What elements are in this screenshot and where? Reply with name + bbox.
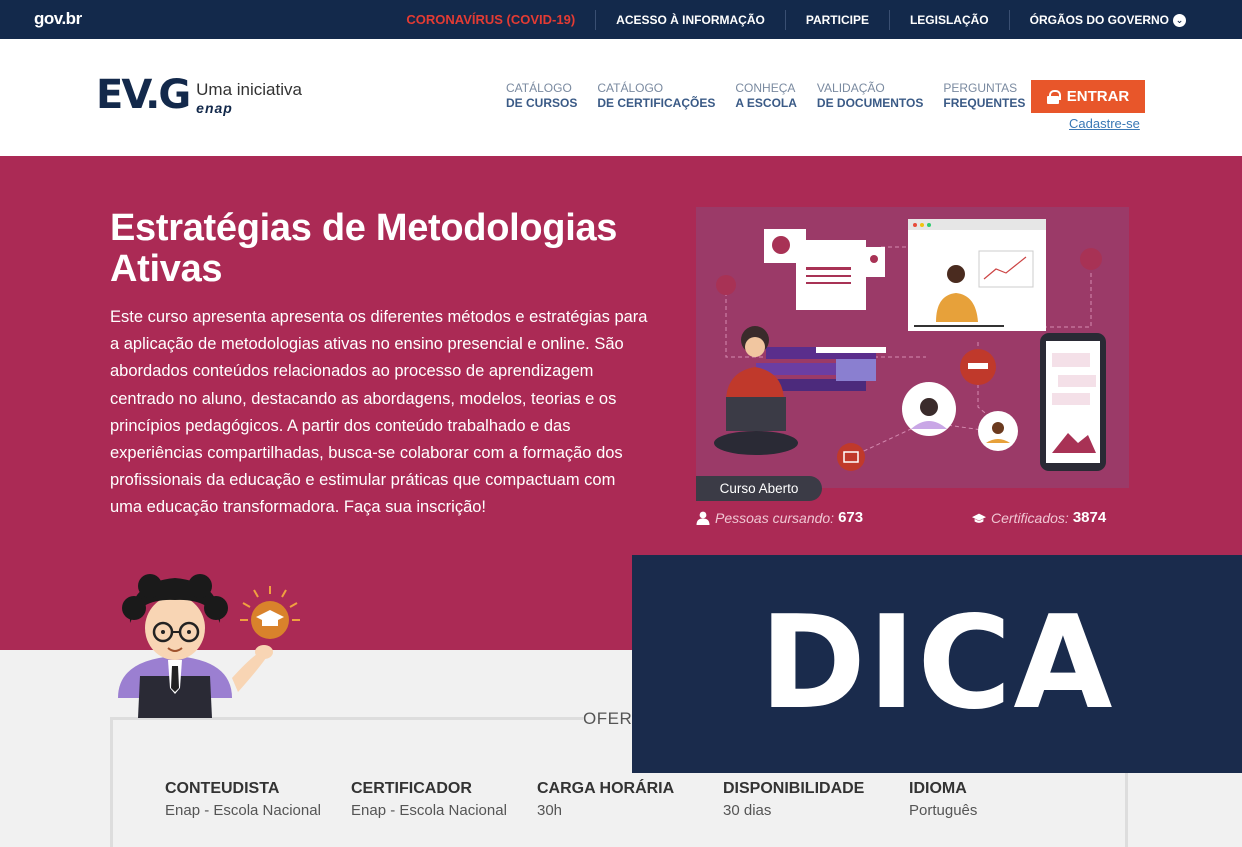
- nav-validacao-documentos[interactable]: VALIDAÇÃO DE DOCUMENTOS: [817, 81, 923, 111]
- course-description: Este curso apresenta apresenta os difere…: [110, 308, 648, 517]
- person-icon: [696, 511, 710, 525]
- link-participe[interactable]: PARTICIPE: [784, 9, 889, 30]
- nav-label-bottom: DE CURSOS: [506, 96, 578, 110]
- graduation-cap-icon: [972, 513, 986, 523]
- nav-label-top: PERGUNTAS: [943, 81, 1018, 95]
- link-acesso-informacao[interactable]: ACESSO À INFORMAÇÃO: [595, 9, 785, 30]
- info-conteudista: CONTEUDISTA Enap - Escola Nacional: [165, 780, 321, 819]
- info-value: Enap - Escola Nacional: [351, 802, 507, 819]
- certificates-count: 3874: [1072, 509, 1107, 526]
- info-idioma: IDIOMA Português: [909, 780, 977, 819]
- evg-logo[interactable]: EV.G Uma iniciativa enap: [96, 72, 302, 118]
- info-heading: CONTEUDISTA: [165, 780, 280, 797]
- info-heading: IDIOMA: [909, 780, 967, 797]
- link-orgaos-governo[interactable]: ÓRGÃOS DO GOVERNO ⌄: [1008, 9, 1206, 30]
- info-value: 30h: [537, 802, 563, 819]
- chevron-down-icon[interactable]: ⌄: [1173, 13, 1186, 27]
- nav-label-bottom: DE DOCUMENTOS: [816, 96, 924, 110]
- brand-tagline: Uma iniciativa enap: [196, 81, 302, 117]
- nav-label-bottom: A ESCOLA: [735, 96, 797, 110]
- mascot-illustration: [100, 568, 310, 718]
- main-nav: CATÁLOGO DE CURSOS CATÁLOGO DE CERTIFICAÇÕ…: [506, 81, 1045, 111]
- people-enrolled: Pessoas cursando: 673: [696, 509, 863, 526]
- orgaos-label: ÓRGÃOS DO GOVERNO: [1029, 12, 1169, 27]
- lock-icon: [1046, 89, 1061, 104]
- site-header: EV.G Uma iniciativa enap CATÁLOGO DE CURS…: [0, 39, 1242, 156]
- link-legislacao[interactable]: LEGISLAÇÃO: [888, 9, 1009, 30]
- gov-links: CORONAVÍRUS (COVID-19) ACESSO À INFORMAÇ…: [386, 0, 1206, 39]
- enap-wordmark: enap: [196, 100, 233, 116]
- cadastre-link[interactable]: Cadastre-se: [1069, 116, 1140, 131]
- people-count: 673: [838, 509, 864, 526]
- info-value: Português: [909, 802, 978, 819]
- certificates-issued: Certificados: 3874: [972, 509, 1106, 526]
- nav-label-top: CONHEÇA: [735, 81, 796, 95]
- nav-conheca-escola[interactable]: CONHEÇA A ESCOLA: [735, 81, 797, 111]
- info-heading: CERTIFICADOR: [351, 780, 472, 797]
- people-label: Pessoas cursando:: [715, 509, 835, 526]
- link-coronavirus[interactable]: CORONAVÍRUS (COVID-19): [386, 10, 595, 30]
- nav-label-bottom: FREQUENTES: [943, 96, 1026, 110]
- mascot-svg: [118, 574, 300, 718]
- entrar-button[interactable]: ENTRAR: [1031, 80, 1145, 113]
- certificates-label: Certificados:: [991, 509, 1069, 526]
- status-badge: Curso Aberto: [696, 476, 822, 501]
- gov-top-bar: gov.br CORONAVÍRUS (COVID-19) ACESSO À I…: [0, 0, 1242, 39]
- nav-label-bottom: DE CERTIFICAÇÕES: [597, 96, 716, 110]
- offer-heading: OFER: [583, 709, 639, 729]
- info-disponibilidade: DISPONIBILIDADE 30 dias: [723, 780, 864, 819]
- info-value: Enap - Escola Nacional: [165, 802, 321, 819]
- nav-label-top: CATÁLOGO: [597, 81, 664, 95]
- govbr-logo[interactable]: gov.br: [34, 9, 82, 29]
- illustration-svg: [714, 219, 1106, 471]
- evg-mark: EV.G: [96, 72, 191, 118]
- info-certificador: CERTIFICADOR Enap - Escola Nacional: [351, 780, 507, 819]
- tagline-text: Uma iniciativa: [196, 80, 302, 99]
- tip-overlay: DICA: [632, 555, 1242, 773]
- nav-catalogo-certificacoes[interactable]: CATÁLOGO DE CERTIFICAÇÕES: [597, 81, 715, 111]
- nav-label-top: VALIDAÇÃO: [816, 81, 885, 95]
- nav-label-top: CATÁLOGO: [506, 81, 572, 95]
- course-illustration: [696, 207, 1129, 488]
- nav-perguntas-frequentes[interactable]: PERGUNTAS FREQUENTES: [943, 81, 1025, 111]
- course-title: Estratégias de Metodologias Ativas: [110, 207, 618, 290]
- info-heading: DISPONIBILIDADE: [723, 780, 865, 797]
- entrar-label: ENTRAR: [1066, 88, 1130, 105]
- info-carga-horaria: CARGA HORÁRIA 30h: [537, 780, 674, 819]
- nav-catalogo-cursos[interactable]: CATÁLOGO DE CURSOS: [506, 81, 577, 111]
- info-value: 30 dias: [723, 802, 772, 819]
- info-heading: CARGA HORÁRIA: [537, 780, 675, 797]
